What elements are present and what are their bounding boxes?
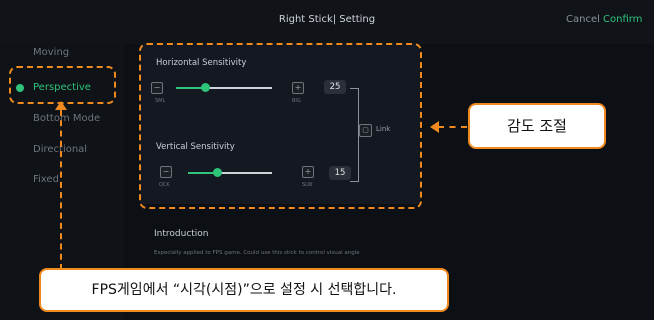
fps-callout: FPS게임에서 “시각(시점)”으로 설정 시 선택합니다.: [39, 268, 449, 312]
sidebar-item-fixed[interactable]: Fixed: [33, 174, 59, 185]
confirm-button[interactable]: Confirm: [603, 14, 642, 25]
top-bar: Right Stick| Setting Cancel Confirm: [0, 0, 654, 44]
sidebar-item-bottom-mode[interactable]: Bottom Mode: [33, 113, 100, 124]
sensitivity-callout: 감도 조절: [468, 103, 606, 149]
page-title: Right Stick| Setting: [278, 14, 376, 25]
perspective-highlight-frame: [9, 66, 116, 104]
sensitivity-highlight-frame: [139, 43, 422, 209]
up-arrow-icon: [55, 101, 67, 110]
perspective-pointer-line: [60, 110, 62, 270]
introduction-heading: Introduction: [154, 229, 209, 239]
sensitivity-arrow-line: [438, 126, 467, 128]
left-arrow-icon: [430, 121, 439, 133]
sidebar-item-moving[interactable]: Moving: [33, 47, 69, 58]
introduction-text: Especially applied to FPS game. Could us…: [154, 250, 360, 256]
cancel-button[interactable]: Cancel: [566, 14, 600, 25]
